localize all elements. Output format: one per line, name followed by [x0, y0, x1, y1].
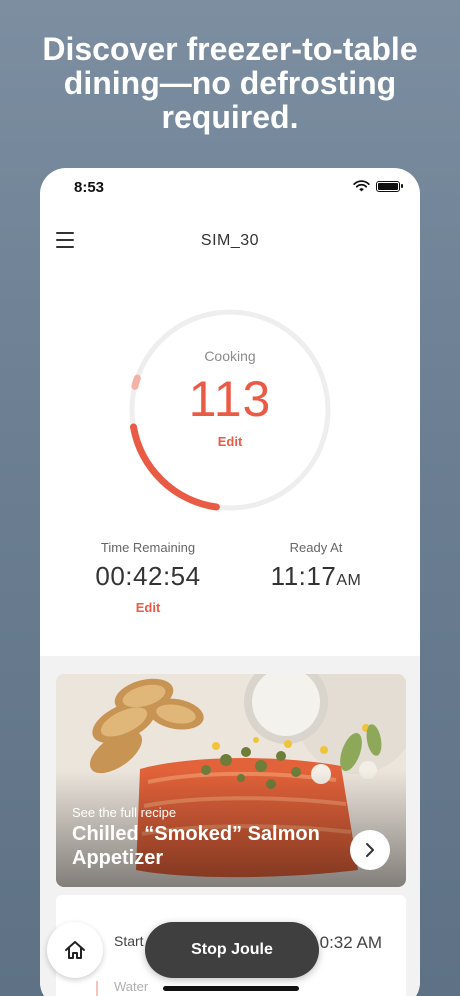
ready-at-ampm: AM	[336, 572, 362, 589]
status-time: 8:53	[74, 179, 105, 196]
ready-at-value: 11:17AM	[246, 561, 386, 592]
home-indicator	[163, 986, 299, 991]
temperature-value: 113	[188, 371, 272, 427]
edit-temperature-button[interactable]: Edit	[128, 434, 332, 449]
start-label: Start	[114, 933, 144, 949]
phone-screen: 8:53 SIM_30 Cooking 113 Edit Time Remain…	[40, 168, 420, 996]
temperature-dial[interactable]: Cooking 113 Edit	[128, 308, 332, 512]
stop-joule-button[interactable]: Stop Joule	[145, 922, 319, 978]
device-name: SIM_30	[200, 232, 260, 249]
battery-icon	[376, 180, 403, 192]
dial-status-label: Cooking	[204, 348, 256, 364]
recipe-subtitle: See the full recipe	[72, 805, 177, 820]
chevron-right-icon	[366, 843, 374, 857]
home-icon	[65, 941, 85, 959]
ready-at-label: Ready At	[289, 540, 343, 555]
edit-time-button[interactable]: Edit	[78, 600, 218, 615]
status-bar: 8:53	[40, 168, 420, 208]
wifi-icon	[353, 180, 370, 192]
nav-bar: SIM_30	[40, 224, 420, 260]
home-button[interactable]	[47, 922, 103, 978]
water-label: Water	[114, 979, 149, 994]
ready-at: Ready At 11:17AM	[246, 540, 386, 592]
cook-stats: Time Remaining 00:42:54 Edit Ready At 11…	[40, 540, 420, 620]
time-remaining: Time Remaining 00:42:54 Edit	[78, 540, 218, 615]
recipe-next-button[interactable]	[350, 830, 390, 870]
status-icons	[353, 180, 403, 192]
step-connector	[96, 981, 98, 996]
recipe-title: Chilled “Smoked” Salmon Appetizer	[72, 823, 320, 869]
promo-headline: Discover freezer-to-table dining—no defr…	[42, 31, 418, 135]
time-remaining-label: Time Remaining	[100, 540, 196, 555]
time-remaining-value: 00:42:54	[95, 561, 201, 591]
ready-at-time: 11:17	[270, 561, 337, 591]
recipe-card[interactable]: See the full recipe Chilled “Smoked” Sal…	[56, 674, 406, 887]
start-time: 10:32 AM	[310, 933, 382, 952]
